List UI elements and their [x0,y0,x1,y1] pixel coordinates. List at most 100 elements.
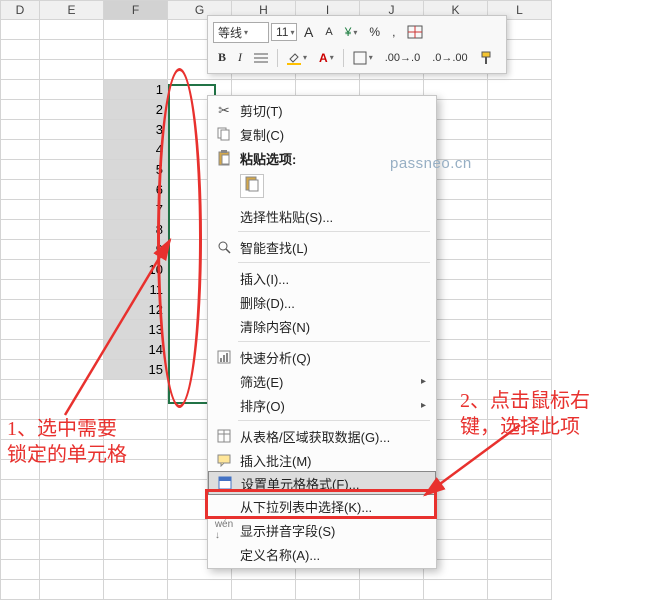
cell[interactable] [168,580,232,600]
cell[interactable] [104,60,168,80]
menu-copy[interactable]: 复制(C) [208,122,436,146]
cell[interactable]: 14 [104,340,168,360]
cell[interactable] [488,520,552,540]
menu-delete[interactable]: 删除(D)... [208,290,436,314]
cell[interactable] [40,540,104,560]
cell[interactable]: 2 [104,100,168,120]
col-header-E[interactable]: E [40,0,104,20]
cell[interactable] [0,260,40,280]
percent-button[interactable]: % [364,22,385,42]
cell[interactable] [40,380,104,400]
menu-format-cells[interactable]: 设置单元格格式(F)... [208,471,436,495]
cell[interactable] [40,120,104,140]
cell[interactable] [0,540,40,560]
cell[interactable] [0,480,40,500]
cell[interactable] [488,480,552,500]
cell[interactable] [40,260,104,280]
cell[interactable] [0,60,40,80]
menu-show-phonetic[interactable]: wén↓ 显示拼音字段(S) [208,518,436,542]
cell[interactable]: 9 [104,240,168,260]
cell[interactable] [488,180,552,200]
cell[interactable] [488,200,552,220]
cell[interactable] [0,160,40,180]
cell[interactable] [40,160,104,180]
menu-pick-from-list[interactable]: 从下拉列表中选择(K)... [208,494,436,518]
cell[interactable] [488,360,552,380]
cell[interactable] [360,580,424,600]
cell[interactable] [40,240,104,260]
format-cells-icon[interactable] [402,22,428,42]
cell[interactable] [104,20,168,40]
cell[interactable] [40,480,104,500]
font-size-select[interactable]: 11▾ [271,23,297,41]
cell[interactable] [40,20,104,40]
cell[interactable] [104,380,168,400]
font-color-button[interactable]: A▾ [314,48,339,68]
cell[interactable] [40,360,104,380]
cell[interactable] [0,180,40,200]
menu-cut[interactable]: ✂ 剪切(T) [208,98,436,122]
cell[interactable]: 1 [104,80,168,100]
cell[interactable] [488,560,552,580]
cell[interactable] [488,440,552,460]
cell[interactable] [488,160,552,180]
menu-sort[interactable]: 排序(O)▸ [208,393,436,417]
cell[interactable] [0,200,40,220]
cell[interactable] [0,560,40,580]
cell[interactable]: 10 [104,260,168,280]
cell[interactable]: 11 [104,280,168,300]
cell[interactable] [40,500,104,520]
cell[interactable] [104,500,168,520]
cell[interactable] [40,180,104,200]
cell[interactable] [0,80,40,100]
font-name-select[interactable]: 等线▾ [213,22,269,43]
menu-insert-comment[interactable]: 插入批注(M) [208,448,436,472]
cell[interactable] [0,300,40,320]
decrease-decimal-button[interactable]: .00→.0 [380,49,425,67]
cell[interactable] [488,100,552,120]
cell[interactable] [488,320,552,340]
cell[interactable] [104,540,168,560]
cell[interactable] [40,340,104,360]
cell[interactable] [0,360,40,380]
cell[interactable] [104,580,168,600]
increase-decimal-button[interactable]: .0→.00 [427,49,472,67]
cell[interactable] [0,120,40,140]
cell[interactable]: 13 [104,320,168,340]
cell[interactable] [0,280,40,300]
menu-smart-lookup[interactable]: 智能查找(L) [208,235,436,259]
cell[interactable] [104,560,168,580]
paste-option-default[interactable] [240,174,264,198]
menu-paste-special[interactable]: 选择性粘贴(S)... [208,204,436,228]
cell[interactable] [488,300,552,320]
cell[interactable] [40,40,104,60]
menu-define-name[interactable]: 定义名称(A)... [208,542,436,566]
cell[interactable]: 4 [104,140,168,160]
cell[interactable] [488,120,552,140]
align-button[interactable] [249,49,273,67]
currency-button[interactable]: ¥▾ [340,22,363,42]
cell[interactable] [0,580,40,600]
cell[interactable] [424,580,488,600]
fill-color-button[interactable]: ▾ [282,48,312,68]
cell[interactable] [488,80,552,100]
cell[interactable] [40,280,104,300]
cell[interactable]: 6 [104,180,168,200]
col-header-F[interactable]: F [104,0,168,20]
format-painter-button[interactable] [475,48,499,68]
cell[interactable] [0,220,40,240]
cell[interactable] [40,60,104,80]
cell[interactable] [104,520,168,540]
cell[interactable] [104,40,168,60]
cell[interactable] [40,580,104,600]
cell[interactable]: 8 [104,220,168,240]
italic-button[interactable]: I [233,47,247,68]
cell[interactable]: 12 [104,300,168,320]
borders-button[interactable]: ▾ [348,48,378,68]
cell[interactable] [488,260,552,280]
cell[interactable] [488,140,552,160]
cell[interactable] [0,500,40,520]
cell[interactable] [0,380,40,400]
cell[interactable] [104,480,168,500]
col-header-D[interactable]: D [0,0,40,20]
